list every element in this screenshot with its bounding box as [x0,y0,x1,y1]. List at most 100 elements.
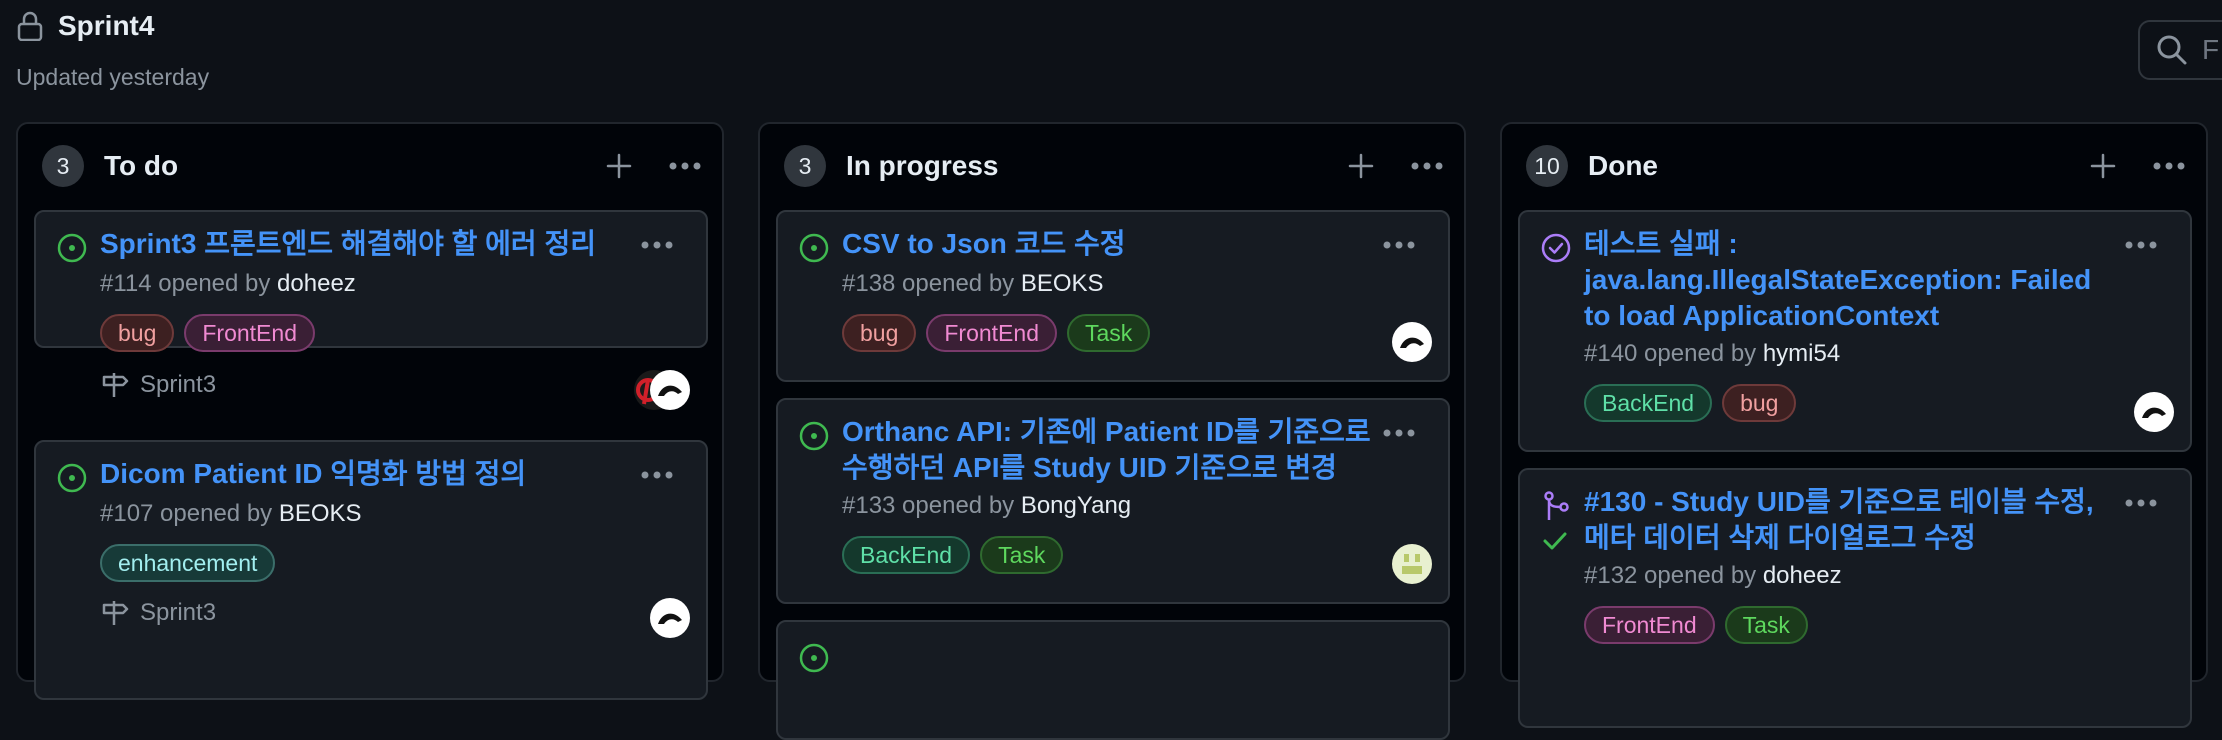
label-bug[interactable]: bug [100,314,175,352]
issue-number: #107 [100,500,154,527]
issue-number: #138 [842,270,896,297]
avatar[interactable] [1392,322,1432,362]
issue-title[interactable]: Dicom Patient ID 익명화 방법 정의 [100,456,640,492]
opened-by-text: opened by [1637,340,1763,367]
pr-meta: #132 opened by doheez [1584,562,1842,590]
pr-number: #132 [1584,562,1638,589]
label-list: bug FrontEnd Task [842,314,1151,352]
label-bug[interactable]: bug [842,314,917,352]
card-menu-icon[interactable] [2124,240,2158,250]
open-issue-icon [57,463,87,493]
milestone-name: Sprint3 [140,599,217,626]
issue-meta: #114 opened by doheez [100,270,356,298]
label-list: enhancement [100,544,276,582]
project-title: Sprint4 [58,10,155,41]
issue-meta: #138 opened by BEOKS [842,270,1104,298]
column-count: 3 [42,145,84,187]
milestone[interactable]: Sprint3 [100,598,216,628]
add-item-icon[interactable] [2090,153,2116,179]
pr-author[interactable]: doheez [1763,562,1842,589]
opened-by-text: opened by [895,270,1021,297]
issue-title[interactable]: Orthanc API: 기존에 Patient ID를 기준으로 수행하던 A… [842,414,1382,486]
label-frontend[interactable]: FrontEnd [926,314,1057,352]
issue-card[interactable] [776,620,1450,740]
avatar[interactable] [1392,544,1432,584]
milestone-icon [102,373,129,397]
open-issue-icon [799,421,829,451]
column-menu-icon[interactable] [668,161,702,171]
pr-title[interactable]: #130 - Study UID를 기준으로 테이블 수정, 메타 데이터 삭제… [1584,484,2124,556]
opened-by-text: opened by [895,492,1021,519]
issue-title[interactable]: CSV to Json 코드 수정 [842,226,1382,262]
lock-icon [17,11,43,41]
opened-by-text: opened by [151,270,278,297]
avatar[interactable] [650,598,690,638]
issue-card[interactable]: 테스트 실패 : java.lang.IllegalStateException… [1518,210,2192,452]
card-menu-icon[interactable] [640,240,674,250]
label-backend[interactable]: BackEnd [1584,384,1713,422]
column-menu-icon[interactable] [1410,161,1444,171]
label-task[interactable]: Task [980,536,1064,574]
milestone-name: Sprint3 [140,371,217,398]
issue-meta: #133 opened by BongYang [842,492,1131,520]
pull-request-card[interactable]: #130 - Study UID를 기준으로 테이블 수정, 메타 데이터 삭제… [1518,468,2192,728]
issue-number: #140 [1584,340,1638,367]
issue-author[interactable]: doheez [277,270,356,297]
avatar[interactable] [2134,392,2174,432]
opened-by-text: opened by [1637,562,1763,589]
filter-input[interactable]: F [2138,20,2222,80]
issue-author[interactable]: BongYang [1021,492,1131,519]
label-list: bug FrontEnd [100,314,315,352]
label-task[interactable]: Task [1066,314,1151,352]
search-icon [2157,35,2187,65]
open-issue-icon [799,643,829,673]
avatar[interactable] [650,370,690,410]
issue-card[interactable]: Orthanc API: 기존에 Patient ID를 기준으로 수행하던 A… [776,398,1450,604]
label-backend[interactable]: BackEnd [842,536,971,574]
closed-issue-icon [1541,233,1571,263]
issue-number: #133 [842,492,896,519]
milestone-icon [102,601,129,625]
add-item-icon[interactable] [606,153,632,179]
issue-title[interactable]: 테스트 실패 : java.lang.IllegalStateException… [1584,226,2104,334]
issue-meta: #140 opened by hymi54 [1584,340,1840,368]
label-task[interactable]: Task [1724,606,1808,644]
issue-author[interactable]: BEOKS [279,500,362,527]
column-in-progress: 3 In progress CSV to Json 코드 수정 #138 ope… [758,122,1466,740]
label-enhancement[interactable]: enhancement [100,544,276,582]
column-count: 10 [1526,145,1568,187]
issue-title[interactable]: Sprint3 프론트엔드 해결해야 할 에러 정리 [100,226,640,262]
column-count: 3 [784,145,826,187]
issue-number: #114 [100,270,152,297]
label-frontend[interactable]: FrontEnd [1584,606,1715,644]
label-frontend[interactable]: FrontEnd [184,314,315,352]
card-menu-icon[interactable] [2124,498,2158,508]
issue-card[interactable]: CSV to Json 코드 수정 #138 opened by BEOKS b… [776,210,1450,382]
project-header: Sprint4 Updated yesterday [16,8,209,91]
label-bug[interactable]: bug [1722,384,1797,422]
pull-request-merged-icon [1544,491,1569,520]
label-list: BackEnd bug [1584,384,1797,422]
column-menu-icon[interactable] [2152,161,2186,171]
card-menu-icon[interactable] [1382,428,1416,438]
card-menu-icon[interactable] [640,470,674,480]
issue-author[interactable]: BEOKS [1021,270,1104,297]
column-done: 10 Done 테스트 실패 : java.lang.IllegalStateE… [1500,122,2208,728]
milestone[interactable]: Sprint3 [100,370,216,400]
label-list: FrontEnd Task [1584,606,1808,644]
column-title: To do [104,150,179,181]
label-list: BackEnd Task [842,536,1064,574]
filter-placeholder: F [2202,34,2220,65]
add-item-icon[interactable] [1348,153,1374,179]
open-issue-icon [799,233,829,263]
column-title: Done [1588,150,1658,181]
project-updated: Updated yesterday [16,64,210,90]
issue-meta: #107 opened by BEOKS [100,500,362,528]
issue-card[interactable]: Dicom Patient ID 익명화 방법 정의 #107 opened b… [34,440,708,700]
column-title: In progress [846,150,999,181]
check-icon [1543,532,1567,550]
issue-card[interactable]: Sprint3 프론트엔드 해결해야 할 에러 정리 #114 opened b… [34,210,708,410]
card-menu-icon[interactable] [1382,240,1416,250]
open-issue-icon [57,233,87,263]
issue-author[interactable]: hymi54 [1763,340,1840,367]
